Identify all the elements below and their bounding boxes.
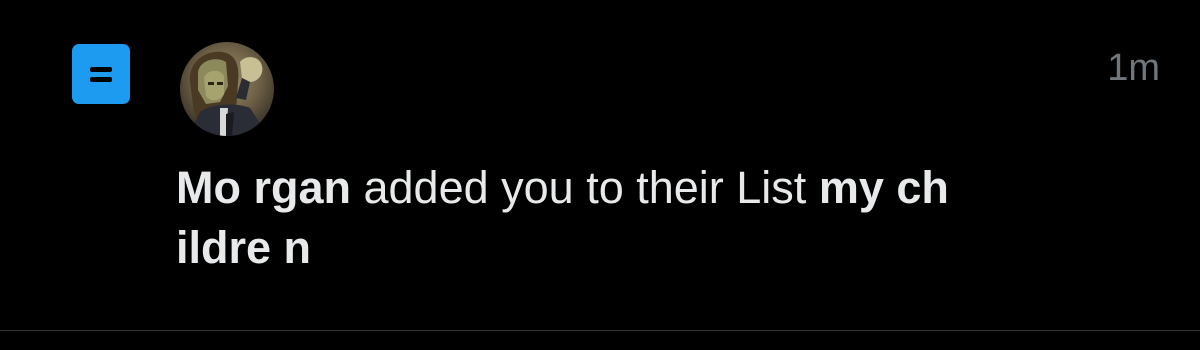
timestamp: 1m [1107,47,1160,89]
notification-text: Mo rgan added you to their List my ch ild… [176,158,1136,278]
list-name[interactable]: my ch [819,162,949,213]
notification-item[interactable]: 1m Mo rgan added you to their List my ch… [0,0,1200,330]
divider [0,330,1200,331]
list-icon [72,44,130,104]
user-name[interactable]: Mo rgan [176,162,351,213]
action-text: added you to their List [351,162,819,213]
avatar[interactable] [180,42,274,136]
list-name-continued[interactable]: ildre n [176,222,311,273]
